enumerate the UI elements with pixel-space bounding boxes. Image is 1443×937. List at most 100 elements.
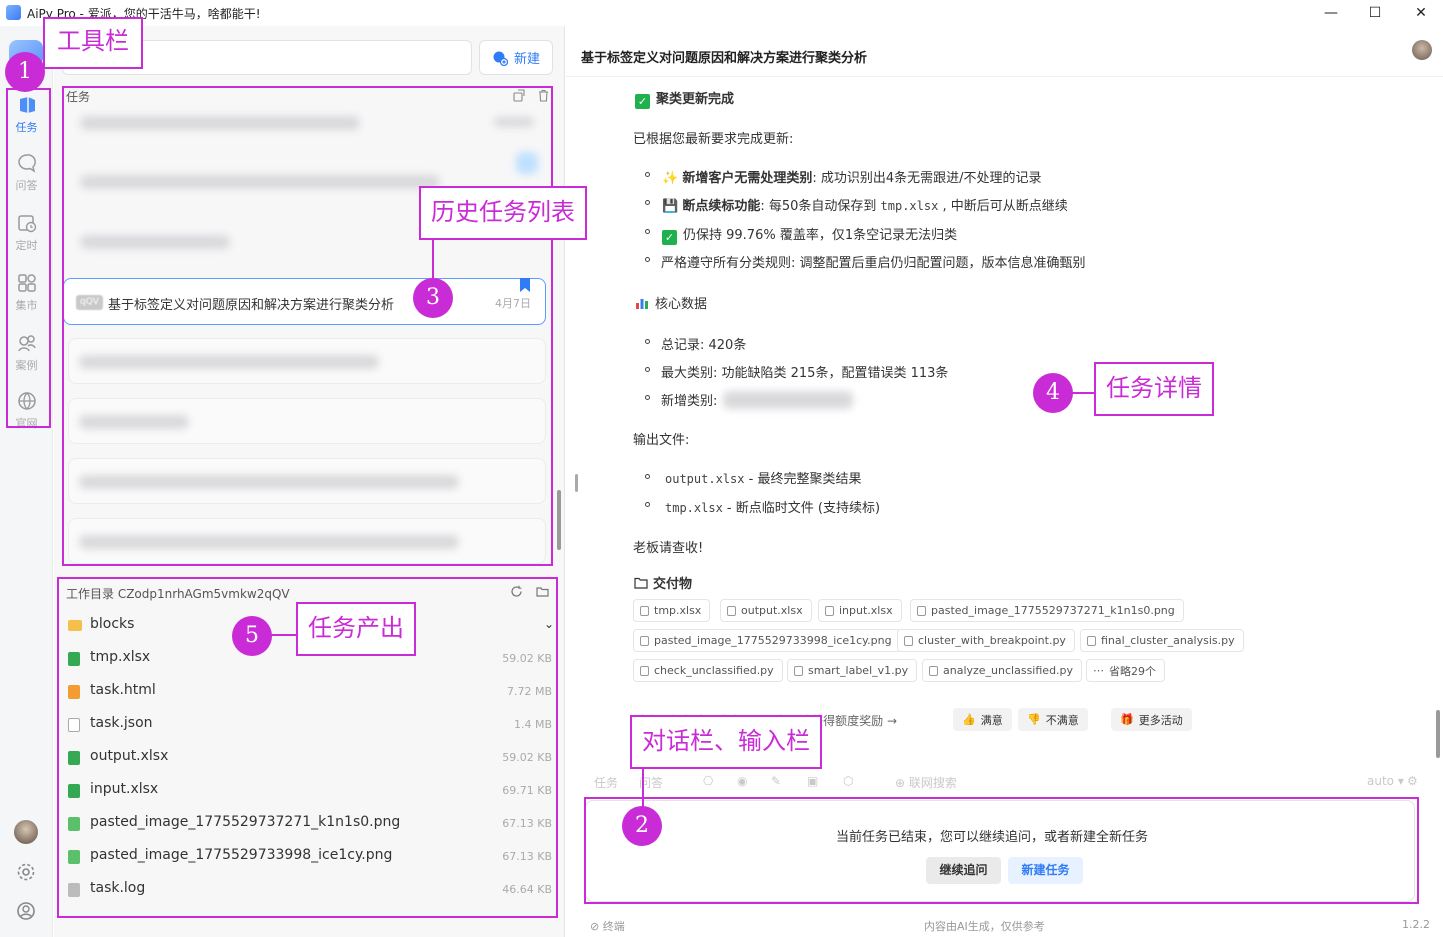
deliverable-chip[interactable]: pasted_image_1775529737271_k1n1s0.png [910, 599, 1184, 622]
bullet [645, 367, 650, 372]
assistant-avatar [1412, 40, 1432, 60]
deliverable-chip[interactable]: smart_label_v1.py [787, 659, 918, 682]
panel-resize-handle[interactable] [575, 474, 578, 492]
closing-text: 老板请查收! [633, 541, 704, 556]
bullet [645, 200, 650, 205]
annotation-leader [432, 240, 434, 282]
thumbs-up-icon: 👍 [962, 713, 976, 726]
annotation-label-output: 任务产出 [296, 602, 416, 656]
bullet [645, 257, 650, 262]
new-task-label: 新建 [513, 52, 540, 67]
bullet [645, 395, 650, 400]
output-heading: 输出文件: [633, 433, 690, 448]
image-file-icon [917, 605, 926, 616]
deliverable-chip[interactable]: analyze_unclassified.py [922, 659, 1083, 682]
location-tool-icon[interactable]: ◉ [737, 774, 747, 788]
file-icon [727, 605, 736, 616]
bullet [645, 502, 650, 507]
annotation-leader [270, 634, 298, 636]
bar-chart-icon [636, 299, 648, 309]
sparkles-icon: ✨ [662, 171, 679, 186]
more-activities-button[interactable]: 🎁 更多活动 [1111, 708, 1192, 731]
file-icon [825, 605, 834, 616]
ai-disclaimer: 内容由AI生成，仅供参考 [924, 920, 1045, 933]
model-select[interactable]: auto ▾ [1367, 774, 1404, 788]
annotation-box-history [62, 86, 553, 566]
check-icon: ✓ [635, 94, 650, 109]
detail-scrollbar[interactable] [1436, 710, 1440, 758]
plugin-tool-icon[interactable]: ⬡ [843, 774, 853, 788]
floppy-disk-icon: 💾 [662, 199, 679, 214]
core-item: 新增类别: [661, 390, 854, 409]
terminal-icon: ⊘ [590, 920, 600, 933]
annotation-box-toolbar [6, 88, 51, 428]
ellipsis-icon: ⋯ [1093, 664, 1104, 677]
deliverables-heading: 交付物 [634, 573, 692, 592]
settings-small-icon[interactable]: ⚙ [1407, 774, 1418, 788]
deliverable-chip[interactable]: tmp.xlsx [633, 599, 711, 622]
annotation-leader [642, 768, 644, 808]
code-file-icon [1087, 635, 1096, 646]
new-task-button[interactable]: 新建 [479, 40, 553, 75]
bullet [645, 339, 650, 344]
input-toolbar: 任务 问答 ⎔ ◉ ✎ ▣ ⬡ ⊕ 联网搜索 auto ▾ ⚙ [585, 774, 1425, 794]
deliverable-chip[interactable]: pasted_image_1775529733998_ice1cy.png [633, 629, 901, 652]
core-item: 最大类别: 功能缺陷类 215条，配置错误类 113条 [661, 366, 949, 381]
user-avatar[interactable] [14, 820, 38, 844]
gift-icon: 🎁 [1120, 713, 1134, 726]
update-item: ✓ 仍保持 99.76% 覆盖率，仅1条空记录无法归类 [662, 224, 957, 245]
bullet [645, 474, 650, 479]
terminal-button[interactable]: ⊘ 终端 [590, 918, 625, 934]
app-window: AiPy Pro - 爱派，您的干活牛马，啥都能干! — ☐ ✕ 任务 问答 定… [0, 0, 1443, 937]
app-version: 1.2.2 [1402, 918, 1430, 931]
output-item: output.xlsx - 最终完整聚类结果 [665, 472, 862, 487]
divider [566, 76, 1443, 77]
annotation-box-input [584, 797, 1419, 904]
code-file-icon [929, 665, 938, 676]
deliverable-chip[interactable]: cluster_with_breakpoint.py [897, 629, 1075, 652]
update-item: 严格遵守所有分类规则: 调整配置后重启仍归配置问题，版本信息准确甄别 [661, 256, 1086, 271]
task-list-scrollbar[interactable] [557, 490, 561, 550]
thumbs-down-icon: 👎 [1027, 713, 1041, 726]
image-tool-icon[interactable]: ▣ [807, 774, 818, 788]
annotation-number: 2 [622, 806, 662, 846]
close-button[interactable]: ✕ [1410, 3, 1432, 23]
file-icon [640, 605, 649, 616]
core-heading: 核心数据 [635, 293, 707, 312]
deliverable-chip[interactable]: check_unclassified.py [633, 659, 783, 682]
deliverable-chip[interactable]: final_cluster_analysis.py [1080, 629, 1244, 652]
annotation-label-detail: 任务详情 [1094, 362, 1214, 416]
folder-icon [634, 577, 648, 589]
image-file-icon [640, 635, 649, 646]
check-icon: ✓ [662, 230, 677, 245]
more-deliverables-chip[interactable]: ⋯ 省略29个 [1086, 659, 1165, 682]
deliverable-chip[interactable]: output.xlsx [720, 599, 812, 622]
settings-icon[interactable] [14, 860, 38, 884]
redacted-value [723, 391, 854, 409]
task-detail-title: 基于标签定义对问题原因和解决方案进行聚类分析 [581, 51, 868, 66]
update-item: 💾 断点续标功能: 每50条自动保存到 tmp.xlsx , 中断后可从断点继续 [662, 199, 1068, 214]
maximize-button[interactable]: ☐ [1364, 3, 1386, 23]
satisfied-button[interactable]: 👍 满意 [953, 708, 1012, 731]
annotation-leader [1072, 392, 1096, 394]
annotation-label-input: 对话栏、输入栏 [630, 715, 822, 769]
output-item: tmp.xlsx - 断点临时文件 (支持续标) [665, 501, 881, 516]
search-input[interactable] [100, 50, 400, 68]
code-file-icon [640, 665, 649, 676]
new-chat-icon [493, 51, 508, 66]
title-bar: AiPy Pro - 爱派，您的干活牛马，啥都能干! — ☐ ✕ [0, 0, 1443, 26]
account-icon[interactable] [14, 899, 38, 923]
annotation-label-toolbar: 工具栏 [43, 17, 143, 69]
deliverable-chip[interactable]: input.xlsx [818, 599, 902, 622]
annotation-number: 5 [232, 616, 272, 656]
brush-tool-icon[interactable]: ✎ [771, 774, 781, 788]
core-item: 总记录: 420条 [661, 338, 747, 353]
update-item: ✨ 新增客户无需处理类别: 成功识别出4条无需跟进/不处理的记录 [662, 171, 1042, 186]
code-file-icon [904, 635, 913, 646]
minimize-button[interactable]: — [1320, 3, 1342, 23]
web-search-toggle[interactable]: ⊕ 联网搜索 [895, 774, 957, 791]
unsatisfied-button[interactable]: 👎 不满意 [1018, 708, 1088, 731]
tab-task[interactable]: 任务 [594, 774, 618, 791]
bullet [645, 172, 650, 177]
terminal-tool-icon[interactable]: ⎔ [703, 774, 713, 788]
